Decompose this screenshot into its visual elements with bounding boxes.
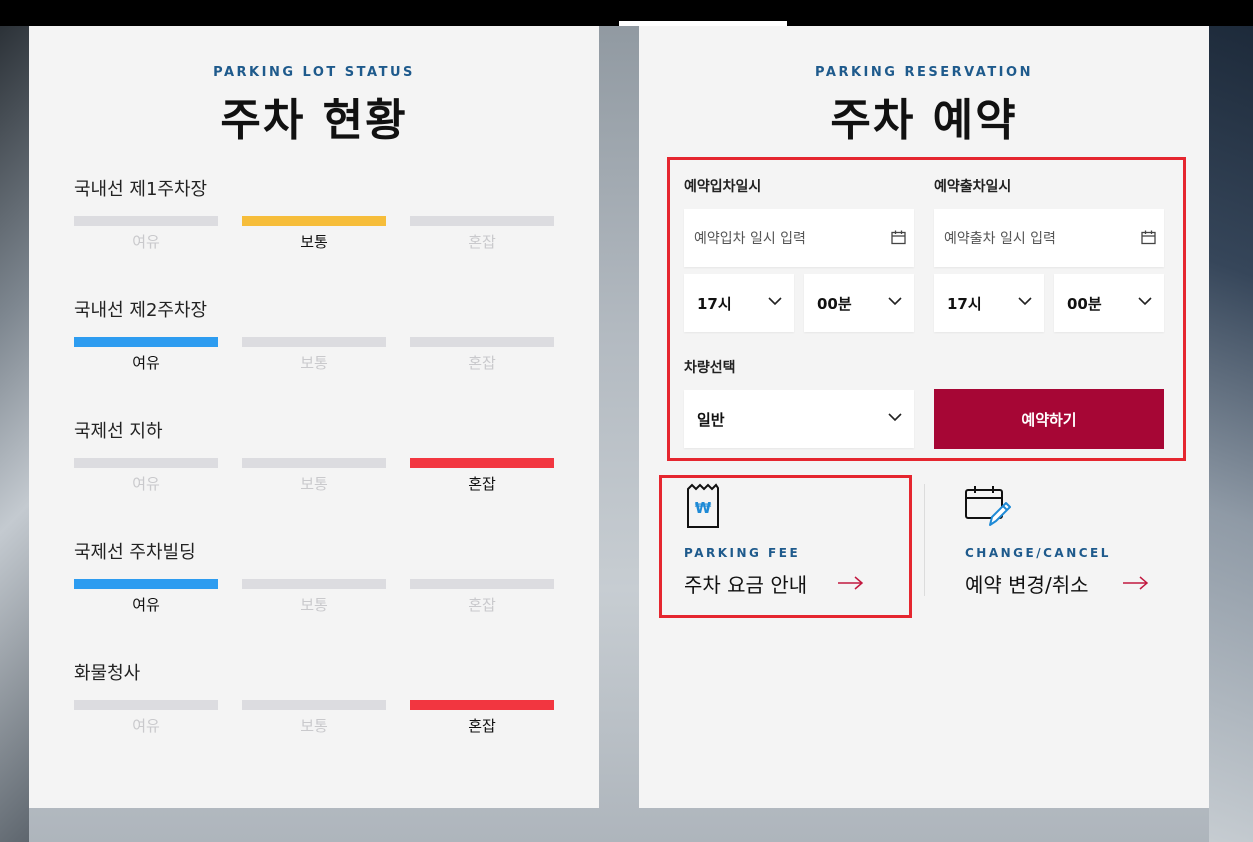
parking-fee-title: 주차 요금 안내 bbox=[684, 573, 808, 597]
status-label: 보통 bbox=[300, 717, 328, 735]
lot-name: 화물청사 bbox=[74, 663, 141, 684]
status-label: 혼잡 bbox=[468, 354, 496, 372]
status-segment: 보통 bbox=[242, 579, 386, 615]
change-cancel-title: 예약 변경/취소 bbox=[965, 573, 1089, 597]
status-segment: 여유 bbox=[74, 216, 218, 252]
calendar-icon[interactable] bbox=[891, 230, 906, 245]
entry-minute-select[interactable]: 00분 bbox=[804, 274, 914, 332]
entry-hour-select[interactable]: 17시 bbox=[684, 274, 794, 332]
parking-reservation-panel: PARKING RESERVATION 주차 예약 예약입차일시 예약입차 일시… bbox=[639, 26, 1209, 808]
receipt-won-icon: ₩ bbox=[687, 483, 719, 528]
calendar-icon[interactable] bbox=[1141, 230, 1156, 245]
reservation-eyebrow: PARKING RESERVATION bbox=[815, 65, 1033, 80]
status-label: 보통 bbox=[300, 475, 328, 493]
status-bar bbox=[74, 458, 218, 468]
status-label: 여유 bbox=[132, 596, 160, 614]
entry-hour-value: 17시 bbox=[697, 295, 732, 313]
status-bar bbox=[410, 458, 554, 468]
status-segment: 여유 bbox=[74, 700, 218, 736]
status-label: 여유 bbox=[132, 717, 160, 735]
status-bar bbox=[242, 337, 386, 347]
status-bar bbox=[242, 216, 386, 226]
status-bar bbox=[242, 700, 386, 710]
lot-name: 국내선 제2주차장 bbox=[74, 300, 208, 321]
status-bar bbox=[74, 700, 218, 710]
status-bar bbox=[410, 337, 554, 347]
reserve-button[interactable]: 예약하기 bbox=[934, 389, 1164, 449]
vehicle-select-label: 차량선택 bbox=[684, 360, 736, 376]
status-segment: 혼잡 bbox=[410, 458, 554, 494]
status-eyebrow: PARKING LOT STATUS bbox=[213, 65, 415, 80]
lot-name: 국제선 지하 bbox=[74, 421, 163, 442]
chevron-down-icon bbox=[1138, 297, 1152, 306]
calendar-edit-icon bbox=[965, 486, 1011, 526]
exit-datetime-placeholder: 예약출차 일시 입력 bbox=[944, 231, 1056, 247]
status-bar bbox=[74, 579, 218, 589]
status-bar bbox=[242, 458, 386, 468]
status-label: 보통 bbox=[300, 354, 328, 372]
status-label: 여유 bbox=[132, 354, 160, 372]
status-label: 여유 bbox=[132, 233, 160, 251]
status-segment: 보통 bbox=[242, 458, 386, 494]
status-segment: 여유 bbox=[74, 579, 218, 615]
vehicle-type-select[interactable]: 일반 bbox=[684, 390, 914, 448]
status-title: 주차 현황 bbox=[220, 95, 408, 146]
status-segment: 혼잡 bbox=[410, 337, 554, 373]
vehicle-type-value: 일반 bbox=[697, 411, 725, 429]
status-bar bbox=[74, 216, 218, 226]
chevron-down-icon bbox=[888, 297, 902, 306]
chevron-down-icon bbox=[888, 413, 902, 422]
exit-minute-value: 00분 bbox=[1067, 295, 1102, 313]
parking-fee-eyebrow: PARKING FEE bbox=[684, 546, 801, 560]
exit-datetime-input[interactable]: 예약출차 일시 입력 bbox=[934, 209, 1164, 267]
link-divider bbox=[924, 484, 925, 596]
status-label: 혼잡 bbox=[468, 475, 496, 493]
arrow-right-icon bbox=[1123, 576, 1149, 590]
status-bar bbox=[242, 579, 386, 589]
status-label: 보통 bbox=[300, 233, 328, 251]
status-label: 여유 bbox=[132, 475, 160, 493]
lot-name: 국제선 주차빌딩 bbox=[74, 542, 196, 563]
lot-name: 국내선 제1주차장 bbox=[74, 179, 208, 200]
background-image-left bbox=[0, 26, 29, 842]
status-bar bbox=[410, 700, 554, 710]
background-image-right bbox=[1209, 26, 1253, 842]
entry-datetime-input[interactable]: 예약입차 일시 입력 bbox=[684, 209, 914, 267]
change-cancel-eyebrow: CHANGE/CANCEL bbox=[965, 546, 1111, 560]
status-segment: 보통 bbox=[242, 700, 386, 736]
entry-datetime-label: 예약입차일시 bbox=[684, 179, 762, 195]
chevron-down-icon bbox=[768, 297, 782, 306]
status-segment: 여유 bbox=[74, 337, 218, 373]
arrow-right-icon bbox=[838, 576, 864, 590]
status-segment: 보통 bbox=[242, 216, 386, 252]
status-label: 혼잡 bbox=[468, 233, 496, 251]
exit-datetime-label: 예약출차일시 bbox=[934, 179, 1012, 195]
status-bar bbox=[410, 579, 554, 589]
exit-hour-value: 17시 bbox=[947, 295, 982, 313]
status-segment: 혼잡 bbox=[410, 700, 554, 736]
status-label: 보통 bbox=[300, 596, 328, 614]
status-segment: 여유 bbox=[74, 458, 218, 494]
status-segment: 혼잡 bbox=[410, 579, 554, 615]
entry-minute-value: 00분 bbox=[817, 295, 852, 313]
entry-datetime-placeholder: 예약입차 일시 입력 bbox=[694, 231, 806, 247]
svg-text:₩: ₩ bbox=[695, 499, 712, 517]
chevron-down-icon bbox=[1018, 297, 1032, 306]
status-segment: 보통 bbox=[242, 337, 386, 373]
status-label: 혼잡 bbox=[468, 717, 496, 735]
exit-hour-select[interactable]: 17시 bbox=[934, 274, 1044, 332]
reservation-title: 주차 예약 bbox=[830, 95, 1018, 146]
status-segment: 혼잡 bbox=[410, 216, 554, 252]
status-bar bbox=[410, 216, 554, 226]
parking-status-panel: PARKING LOT STATUS 주차 현황 국내선 제1주차장 여유 보통 혼잡… bbox=[29, 26, 599, 808]
status-label: 혼잡 bbox=[468, 596, 496, 614]
exit-minute-select[interactable]: 00분 bbox=[1054, 274, 1164, 332]
status-bar bbox=[74, 337, 218, 347]
top-bar bbox=[0, 0, 1253, 26]
